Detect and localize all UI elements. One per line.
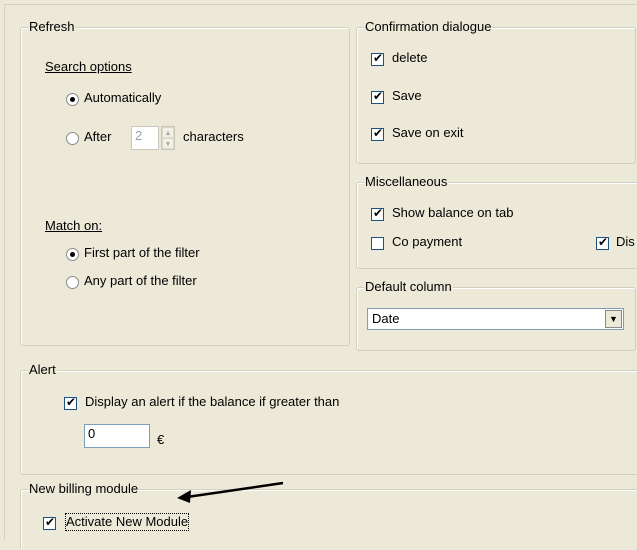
check-icon: ✔	[45, 515, 56, 529]
chevron-down-icon[interactable]: ▼	[605, 310, 622, 328]
any-part-radio[interactable]	[66, 276, 79, 289]
alert-amount-input[interactable]: 0	[84, 424, 150, 448]
currency-label: €	[157, 432, 165, 447]
miscellaneous-group-title: Miscellaneous	[364, 174, 449, 190]
alert-group-title: Alert	[28, 362, 57, 378]
check-icon: ✔	[373, 126, 384, 140]
miscellaneous-group: Miscellaneous ✔ Show balance on tab Co p…	[356, 174, 637, 269]
search-options-label: Search options	[45, 59, 132, 74]
display-alert-label: Display an alert if the balance if great…	[85, 394, 340, 409]
alert-group: Alert ✔ Display an alert if the balance …	[20, 362, 637, 475]
activate-module-label: Activate New Module	[64, 513, 190, 531]
refresh-group: Refresh Search options Automatically Aft…	[20, 19, 350, 346]
show-balance-label: Show balance on tab	[392, 205, 514, 220]
spin-down-icon[interactable]: ▼	[162, 138, 174, 149]
match-on-label: Match on:	[45, 218, 103, 233]
automatically-radio[interactable]	[66, 93, 79, 106]
annotation-arrow-icon	[177, 481, 284, 503]
default-column-value: Date	[372, 311, 400, 326]
dis-label: Dis	[616, 234, 635, 249]
default-column-group-title: Default column	[364, 279, 453, 295]
check-icon: ✔	[598, 235, 609, 249]
display-alert-checkbox[interactable]: ✔	[64, 395, 77, 410]
save-on-exit-label: Save on exit	[392, 125, 464, 140]
save-checkbox[interactable]: ✔	[371, 89, 384, 104]
confirmation-group-title: Confirmation dialogue	[364, 19, 493, 35]
activate-module-checkbox[interactable]: ✔	[43, 515, 56, 530]
delete-label: delete	[392, 50, 428, 65]
after-characters-spinner[interactable]: ▲ ▼	[161, 126, 175, 150]
automatically-label: Automatically	[84, 90, 162, 105]
spin-up-icon[interactable]: ▲	[162, 127, 174, 138]
characters-label: characters	[183, 129, 244, 144]
co-payment-label: Co payment	[392, 234, 463, 249]
dis-checkbox[interactable]: ✔	[596, 235, 609, 250]
refresh-group-title: Refresh	[28, 19, 76, 35]
save-on-exit-checkbox[interactable]: ✔	[371, 126, 384, 141]
delete-checkbox[interactable]: ✔	[371, 51, 384, 66]
save-label: Save	[392, 88, 422, 103]
check-icon: ✔	[373, 89, 384, 103]
after-characters-input[interactable]: 2	[131, 126, 159, 150]
after-label: After	[84, 129, 112, 144]
first-part-label: First part of the filter	[84, 245, 200, 260]
default-column-select[interactable]: Date ▼	[367, 308, 624, 330]
check-icon: ✔	[66, 395, 77, 409]
default-column-group: Default column Date ▼	[356, 279, 636, 351]
first-part-radio[interactable]	[66, 248, 79, 261]
check-icon: ✔	[373, 206, 384, 220]
after-radio[interactable]	[66, 132, 79, 145]
confirmation-group: Confirmation dialogue ✔ delete ✔ Save ✔ …	[356, 19, 636, 164]
check-icon: ✔	[373, 51, 384, 65]
any-part-label: Any part of the filter	[84, 273, 197, 288]
show-balance-checkbox[interactable]: ✔	[371, 206, 384, 221]
co-payment-checkbox[interactable]	[371, 237, 384, 250]
options-panel: Refresh Search options Automatically Aft…	[4, 4, 637, 550]
billing-group: New billing module ✔ Activate New Module	[20, 481, 637, 550]
billing-group-title: New billing module	[28, 481, 140, 497]
